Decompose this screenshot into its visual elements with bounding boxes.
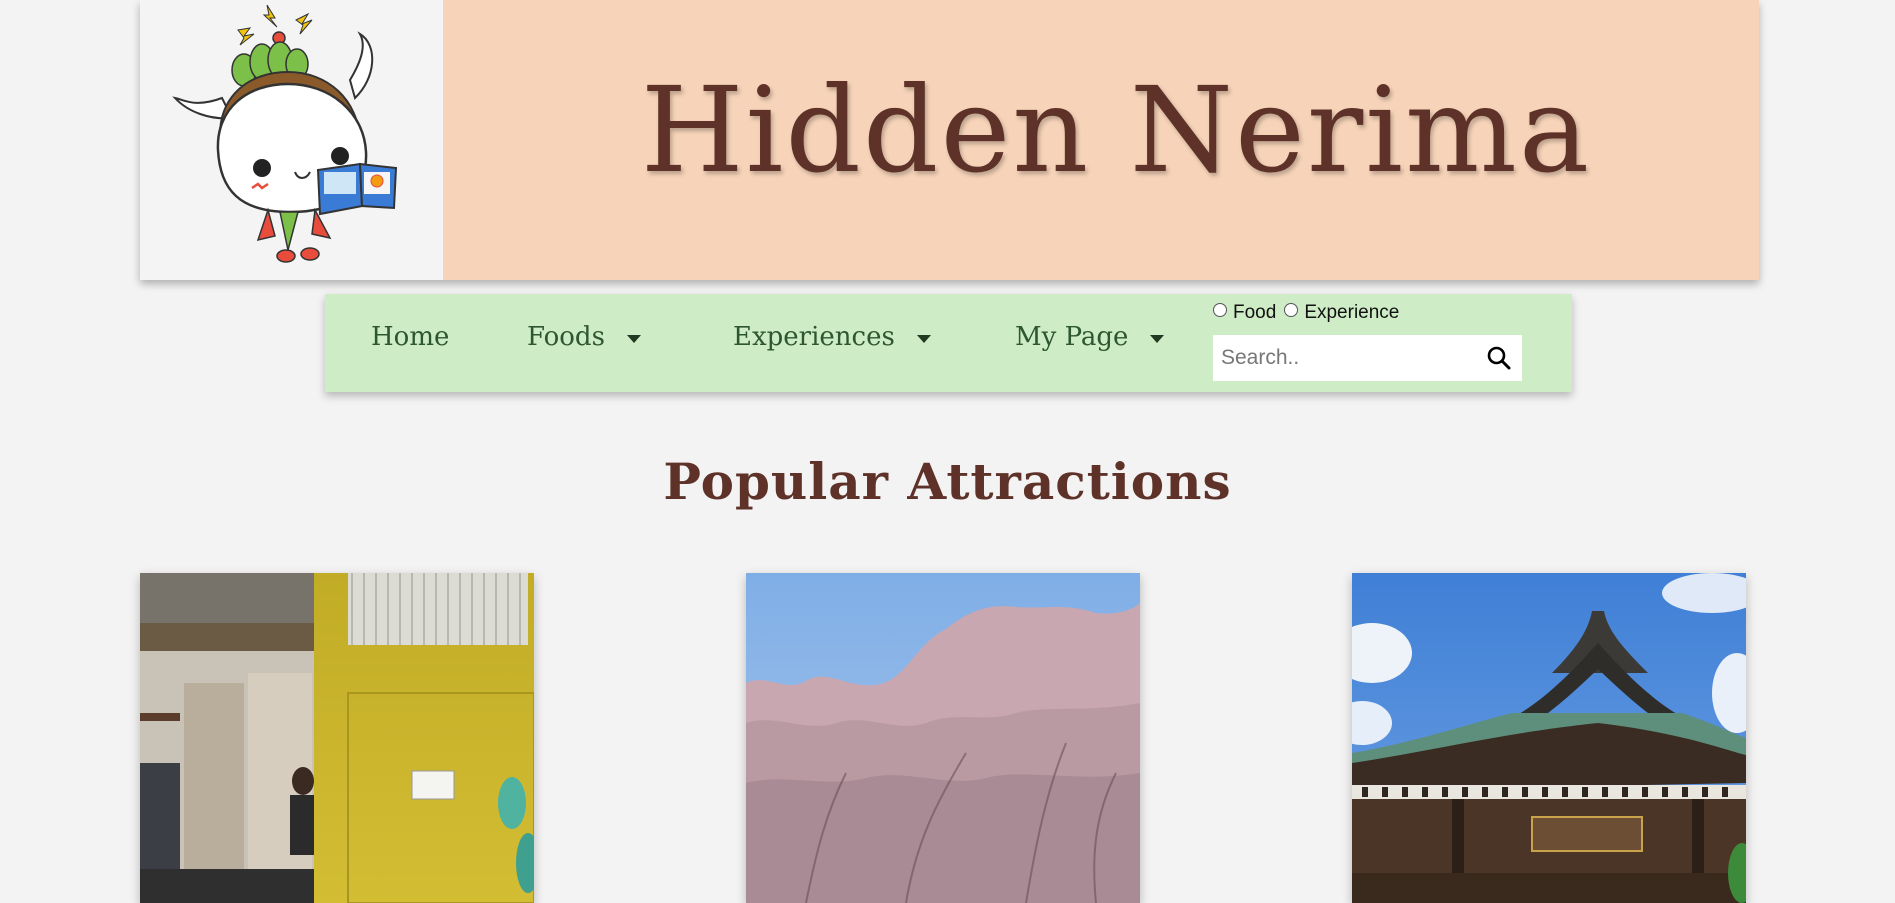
nav-item-experiences[interactable]: Experiences — [733, 294, 931, 380]
food-filter-label[interactable]: Food — [1233, 302, 1276, 324]
search-button[interactable] — [1486, 345, 1512, 371]
section-title: Popular Attractions — [663, 452, 1232, 511]
cherry-blossom-photo — [746, 573, 1140, 903]
experience-filter-radio[interactable] — [1284, 303, 1299, 317]
search-filter-group: Food Experience — [1213, 301, 1533, 325]
search-input[interactable] — [1213, 336, 1463, 380]
site-title: Hidden Nerima — [640, 61, 1592, 199]
search-box — [1213, 335, 1522, 381]
caret-down-icon — [626, 335, 641, 343]
temple-gate-photo — [1352, 573, 1746, 903]
caret-down-icon — [916, 335, 931, 343]
nav-item-label: Experiences — [733, 322, 895, 352]
search-area: Food Experience — [1213, 301, 1533, 381]
experience-filter-label[interactable]: Experience — [1304, 302, 1399, 324]
attraction-card[interactable] — [1352, 573, 1746, 903]
main-nav: Home Foods Experiences My Page Food Expe… — [325, 294, 1572, 392]
nav-item-label: My Page — [1015, 322, 1129, 352]
food-filter-radio[interactable] — [1213, 303, 1227, 317]
logo[interactable] — [140, 0, 443, 280]
attraction-card[interactable] — [140, 573, 534, 903]
cafe-interior-photo — [140, 573, 534, 903]
nav-item-label: Foods — [527, 322, 605, 352]
nav-item-home[interactable]: Home — [371, 294, 449, 380]
site-header: Hidden Nerima — [140, 0, 1759, 280]
attraction-card[interactable] — [746, 573, 1140, 903]
nav-item-my-page[interactable]: My Page — [1015, 294, 1165, 380]
search-icon — [1487, 346, 1511, 370]
nav-item-label: Home — [371, 322, 450, 352]
nav-item-foods[interactable]: Foods — [527, 294, 641, 380]
mascot-logo-icon — [172, 4, 398, 263]
caret-down-icon — [1150, 335, 1165, 343]
